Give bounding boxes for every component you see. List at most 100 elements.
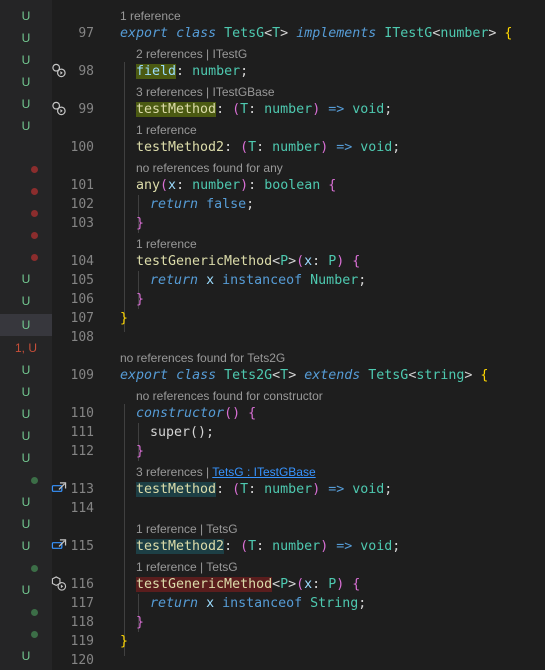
untracked-indicator: U bbox=[21, 9, 31, 23]
code-token: field bbox=[136, 64, 177, 79]
line-number: 115 bbox=[70, 539, 94, 554]
line-number: 112 bbox=[70, 444, 94, 459]
code-line-102[interactable]: return false; bbox=[150, 195, 254, 214]
code-line-115[interactable]: testMethod2: (T: number) => void; bbox=[136, 537, 400, 556]
code-token: > bbox=[288, 368, 297, 383]
implementation-arrow-icon[interactable] bbox=[51, 63, 67, 78]
code-token: implements bbox=[296, 26, 377, 41]
code-token: testMethod2 bbox=[136, 539, 225, 554]
line-number: 118 bbox=[70, 615, 94, 630]
untracked-indicator: U bbox=[21, 495, 31, 509]
code-token: < bbox=[272, 577, 281, 592]
code-line-99[interactable]: testMethod: (T: number) => void; bbox=[136, 100, 392, 119]
code-token: (); bbox=[190, 425, 215, 440]
code-token: number bbox=[264, 102, 313, 117]
line-number: 101 bbox=[70, 178, 94, 193]
line-number: 114 bbox=[70, 501, 94, 516]
line-number: 103 bbox=[70, 216, 94, 231]
untracked-indicator: U bbox=[21, 517, 31, 531]
code-token: : bbox=[256, 539, 265, 554]
code-token: instanceof bbox=[222, 596, 303, 611]
code-token: ) bbox=[312, 482, 321, 497]
untracked-indicator: U bbox=[21, 97, 31, 111]
untracked-indicator: U bbox=[21, 31, 31, 45]
breakpoint-dot[interactable] bbox=[31, 210, 38, 217]
code-line-110[interactable]: constructor() { bbox=[136, 404, 256, 423]
code-token: extends bbox=[304, 368, 361, 383]
line-number: 102 bbox=[70, 197, 94, 212]
code-token: ; bbox=[384, 102, 393, 117]
untracked-indicator: U bbox=[21, 363, 31, 377]
code-token: : bbox=[312, 254, 321, 269]
code-line-118[interactable]: } bbox=[136, 613, 144, 632]
code-token: void bbox=[360, 539, 393, 554]
code-line-107[interactable]: } bbox=[120, 309, 128, 328]
override-up-arrow-icon[interactable] bbox=[51, 481, 67, 496]
code-token: number bbox=[272, 140, 321, 155]
code-token: > bbox=[488, 26, 497, 41]
code-line-103[interactable]: } bbox=[136, 214, 144, 233]
code-line-100[interactable]: testMethod2: (T: number) => void; bbox=[136, 138, 400, 157]
untracked-indicator: U bbox=[21, 272, 31, 286]
untracked-indicator: U bbox=[21, 119, 31, 133]
code-token: P bbox=[280, 254, 289, 269]
code-token: number bbox=[192, 64, 241, 79]
code-token: ( bbox=[232, 482, 241, 497]
code-token: { bbox=[504, 26, 513, 41]
line-number: 104 bbox=[70, 254, 94, 269]
code-token: testMethod bbox=[136, 482, 217, 497]
code-token: string bbox=[416, 368, 465, 383]
code-token: > bbox=[280, 26, 289, 41]
untracked-indicator: U bbox=[21, 385, 31, 399]
code-token: ) bbox=[240, 178, 249, 193]
code-line-112[interactable]: } bbox=[136, 442, 144, 461]
change-dot bbox=[31, 477, 38, 484]
code-token: x bbox=[304, 577, 313, 592]
code-line-113[interactable]: testMethod: (T: number) => void; bbox=[136, 480, 392, 499]
breakpoint-dot[interactable] bbox=[31, 232, 38, 239]
code-token: export bbox=[120, 368, 169, 383]
code-token: : bbox=[256, 140, 265, 155]
code-token: instanceof bbox=[222, 273, 303, 288]
code-line-104[interactable]: testGenericMethod<P>(x: P) { bbox=[136, 252, 360, 271]
code-token: } bbox=[136, 216, 145, 231]
codelens-link[interactable]: TetsG : ITestGBase bbox=[212, 465, 315, 479]
code-line-105[interactable]: return x instanceof Number; bbox=[150, 271, 366, 290]
code-token: number bbox=[440, 26, 489, 41]
code-line-119[interactable]: } bbox=[120, 632, 128, 651]
code-token: { bbox=[328, 178, 337, 193]
code-token: boolean bbox=[264, 178, 321, 193]
implementation-arrow-icon[interactable] bbox=[51, 101, 67, 116]
code-token: ; bbox=[392, 539, 401, 554]
code-token: < bbox=[264, 26, 273, 41]
code-token: { bbox=[352, 577, 361, 592]
code-token: } bbox=[136, 292, 145, 307]
code-token: T bbox=[272, 26, 281, 41]
breakpoint-dot[interactable] bbox=[31, 166, 38, 173]
generic-method-icon[interactable] bbox=[51, 576, 67, 591]
code-line-117[interactable]: return x instanceof String; bbox=[150, 594, 366, 613]
code-line-97[interactable]: export class TetsG<T> implements ITestG<… bbox=[120, 24, 512, 43]
code-token: Number bbox=[310, 273, 359, 288]
override-up-arrow-icon[interactable] bbox=[51, 538, 67, 553]
code-token: ; bbox=[384, 482, 393, 497]
code-line-98[interactable]: field: number; bbox=[136, 62, 248, 81]
code-line-101[interactable]: any(x: number): boolean { bbox=[136, 176, 336, 195]
code-token: T bbox=[240, 102, 249, 117]
code-token: T bbox=[248, 140, 257, 155]
line-number: 97 bbox=[78, 26, 94, 41]
breakpoint-dot[interactable] bbox=[31, 188, 38, 195]
code-line-116[interactable]: testGenericMethod<P>(x: P) { bbox=[136, 575, 360, 594]
breakpoint-dot[interactable] bbox=[31, 254, 38, 261]
error-count-indicator: 1, U bbox=[14, 341, 37, 355]
code-token: TetsG bbox=[224, 26, 265, 41]
code-line-109[interactable]: export class Tets2G<T> extends TetsG<str… bbox=[120, 366, 488, 385]
code-line-111[interactable]: super(); bbox=[150, 423, 214, 442]
code-line-106[interactable]: } bbox=[136, 290, 144, 309]
code-token: String bbox=[310, 596, 359, 611]
code-token: => bbox=[328, 102, 345, 117]
code-token: P bbox=[280, 577, 289, 592]
line-number: 109 bbox=[70, 368, 94, 383]
code-token: ; bbox=[358, 596, 367, 611]
code-token: : bbox=[176, 64, 185, 79]
